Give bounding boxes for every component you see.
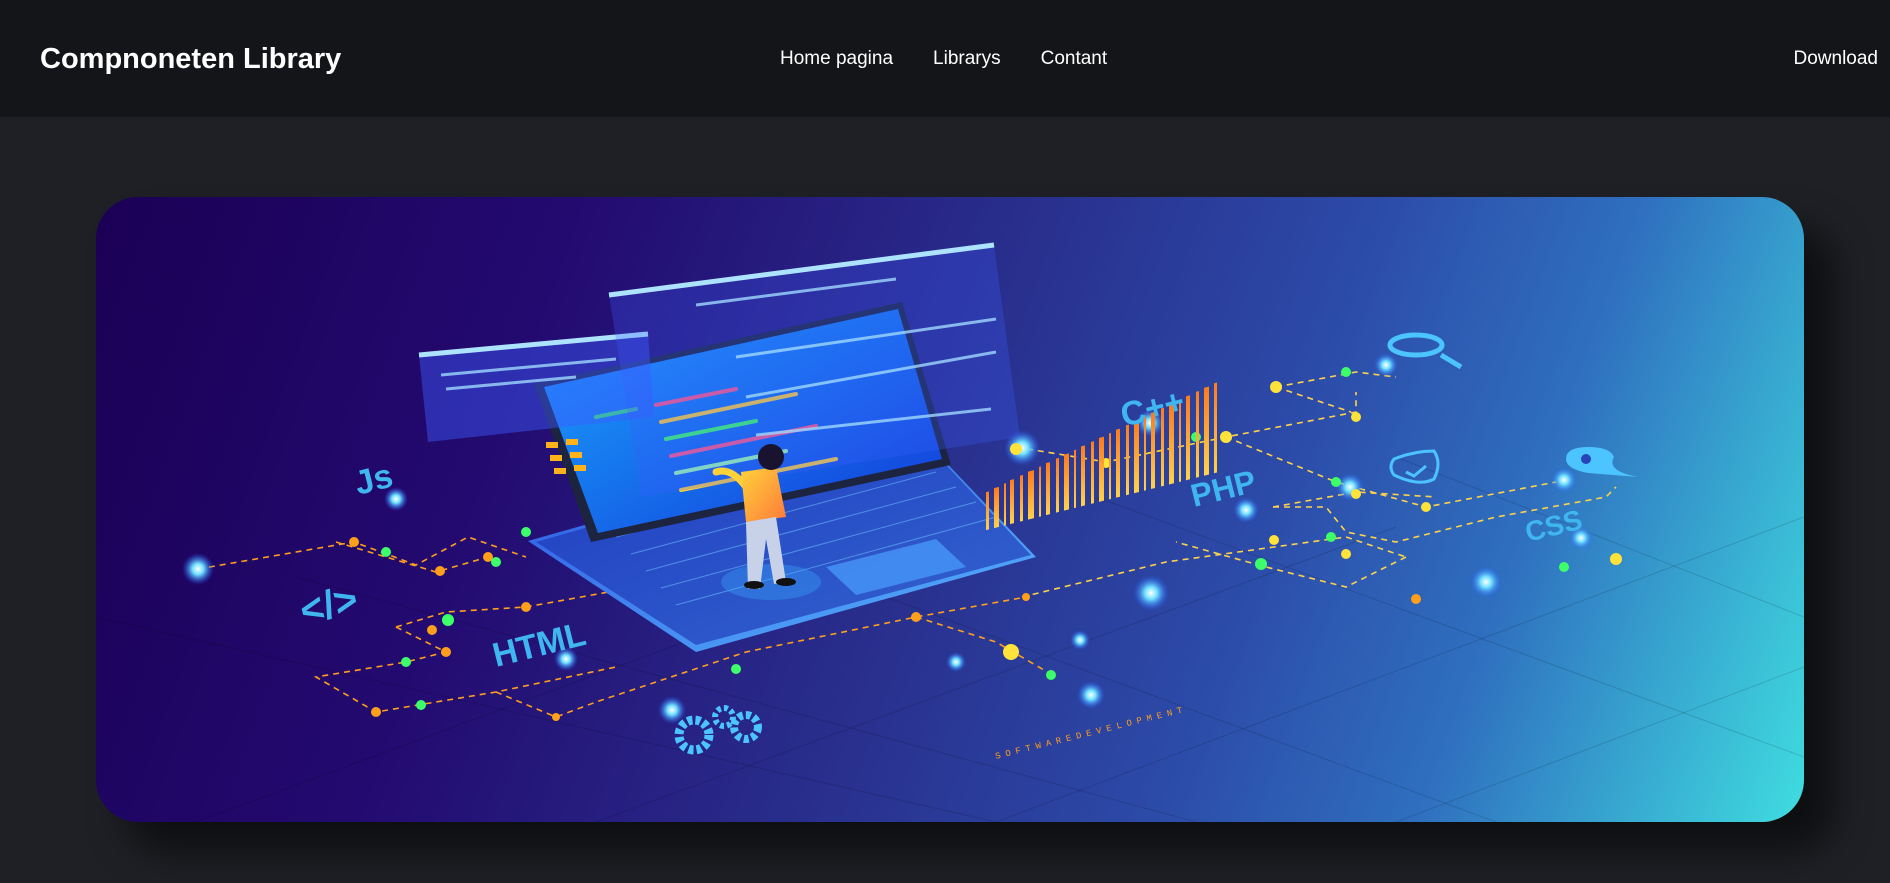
nav-link-home[interactable]: Home pagina <box>780 46 893 72</box>
search-icon <box>1387 332 1463 370</box>
main-nav: Home pagina Librarys Contant <box>780 46 1107 72</box>
brand-logo-link[interactable]: Compnoneten Library <box>40 40 341 78</box>
location-pin-icon <box>1566 447 1638 477</box>
barcode-text: SOFTWAREDEVELOPMENT <box>994 704 1188 762</box>
nav-link-librarys[interactable]: Librarys <box>933 46 1001 72</box>
label-cpp: C++ <box>1117 382 1189 434</box>
top-navbar: Compnoneten Library Home pagina Librarys… <box>0 0 1890 117</box>
nav-link-contant[interactable]: Contant <box>1041 46 1108 72</box>
gears-icon <box>674 705 762 755</box>
software-development-illustration: SOFTWAREDEVELOPMENT Js </> HTML C++ PHP … <box>96 242 1804 822</box>
hero-illustration: SOFTWAREDEVELOPMENT Js </> HTML C++ PHP … <box>96 197 1804 822</box>
download-link[interactable]: Download <box>1794 46 1879 72</box>
label-code-tag: </> <box>296 577 363 634</box>
shield-icon <box>1389 449 1440 484</box>
